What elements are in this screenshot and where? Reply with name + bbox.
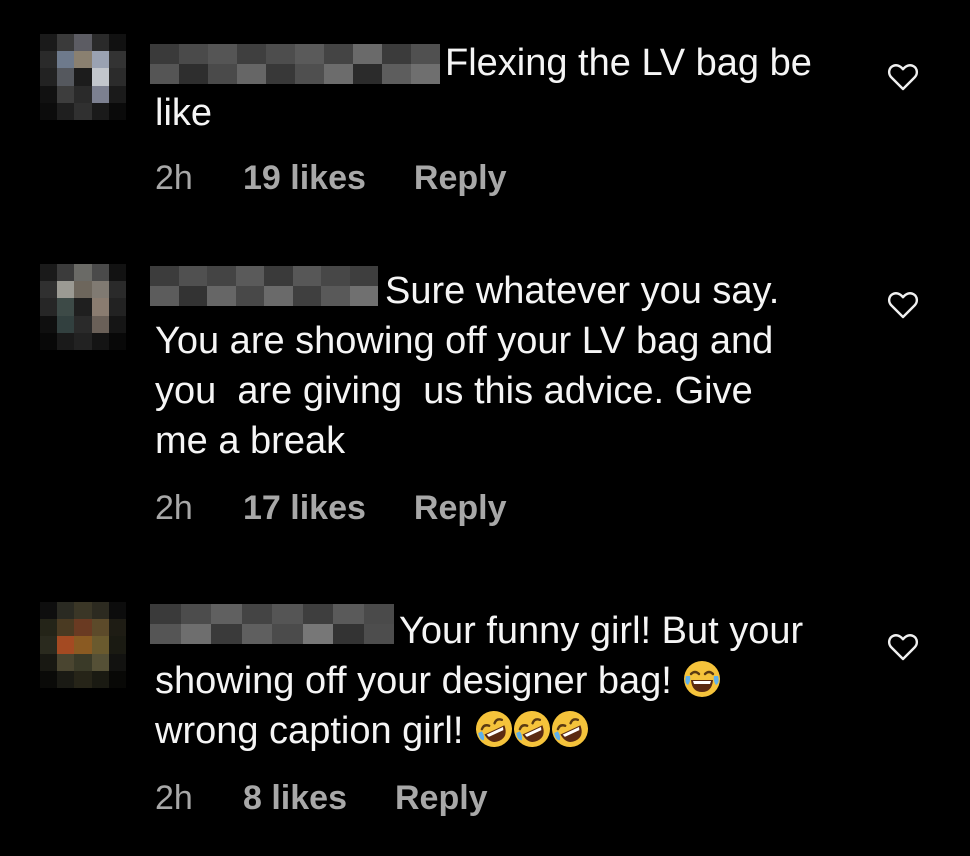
likes-count[interactable]: 17 likes [243,488,366,528]
likes-count[interactable]: 8 likes [243,778,347,818]
comment-text: Your funny girl! But your showing off yo… [155,606,803,756]
comment-meta: 2h 19 likes Reply [155,158,506,198]
likes-count[interactable]: 19 likes [243,158,366,198]
rolling-on-the-floor-laughing-icon [474,709,514,749]
comment-text-lead: Sure whatever you say. [385,270,780,312]
rolling-on-the-floor-laughing-icon [512,709,552,749]
comment-text-rest: like [155,92,213,134]
heart-outline-icon[interactable] [887,62,919,92]
reply-button[interactable]: Reply [414,488,507,528]
rolling-on-the-floor-laughing-icon [550,709,590,749]
heart-outline-icon[interactable] [887,290,919,320]
comment-text-lead: Your funny girl! But your [399,610,804,652]
timestamp: 2h [155,489,193,527]
comment-text-lead: Flexing the LV bag be [445,42,812,84]
comment-text: Flexing the LV bag be like [155,38,812,138]
comment-text-rest: You are showing off your LV bag and you … [155,320,774,462]
comment-text-line2: showing off your designer bag! [155,660,672,702]
comment-meta: 2h 17 likes Reply [155,488,506,528]
reply-button[interactable]: Reply [414,158,507,198]
avatar[interactable] [40,602,126,688]
timestamp: 2h [155,779,193,817]
avatar[interactable] [40,34,126,120]
comment-text-line3: wrong caption girl! [155,710,464,752]
timestamp: 2h [155,159,193,197]
avatar[interactable] [40,264,126,350]
comment-meta: 2h 8 likes Reply [155,778,488,818]
reply-button[interactable]: Reply [395,778,488,818]
heart-outline-icon[interactable] [887,632,919,662]
comment-text: Sure whatever you say. You are showing o… [155,266,779,466]
face-with-tears-of-joy-icon [682,659,722,699]
